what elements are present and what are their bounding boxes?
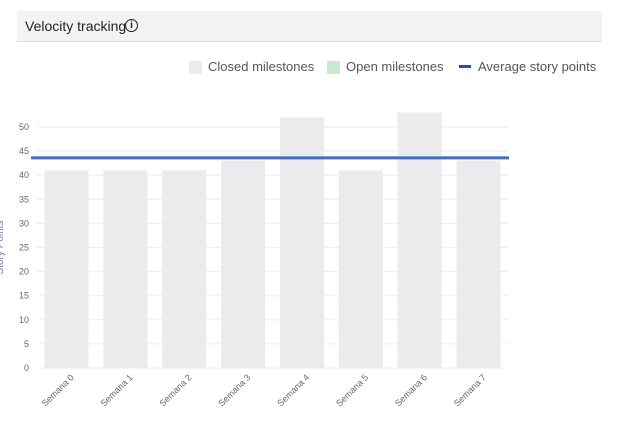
x-tick-label-4: Semana 4 xyxy=(275,372,311,408)
bar-closed-0 xyxy=(44,170,89,368)
x-tick-label-3: Semana 3 xyxy=(216,372,252,408)
x-tick-label-1: Semana 1 xyxy=(99,372,135,408)
y-tick-label-10: 10 xyxy=(19,315,29,325)
bar-closed-2 xyxy=(162,170,207,368)
bar-closed-4 xyxy=(279,117,324,368)
y-tick-label-45: 45 xyxy=(19,146,29,156)
y-tick-label-25: 25 xyxy=(19,243,29,253)
y-tick-label-5: 5 xyxy=(24,339,29,349)
y-tick-label-20: 20 xyxy=(19,267,29,277)
x-tick-label-5: Semana 5 xyxy=(334,372,370,408)
x-tick-label-2: Semana 2 xyxy=(158,372,194,408)
y-tick-label-35: 35 xyxy=(19,194,29,204)
bar-closed-7 xyxy=(456,160,501,368)
y-axis-label: Story Points xyxy=(0,221,6,275)
y-tick-label-0: 0 xyxy=(24,363,29,373)
bar-closed-5 xyxy=(338,170,383,368)
bar-closed-6 xyxy=(397,112,442,368)
x-tick-label-7: Semana 7 xyxy=(452,372,488,408)
x-tick-label-6: Semana 6 xyxy=(393,372,429,408)
x-tick-label-0: Semana 0 xyxy=(40,372,76,408)
bar-closed-1 xyxy=(103,170,148,368)
y-tick-label-15: 15 xyxy=(19,291,29,301)
velocity-chart: 0 5 10 15 20 25 30 35 40 45 50 Story Points Semana 0… xyxy=(0,112,509,408)
bar-closed-3 xyxy=(221,160,266,368)
y-tick-label-40: 40 xyxy=(19,170,29,180)
y-tick-label-50: 50 xyxy=(19,122,29,132)
y-tick-label-30: 30 xyxy=(19,218,29,228)
